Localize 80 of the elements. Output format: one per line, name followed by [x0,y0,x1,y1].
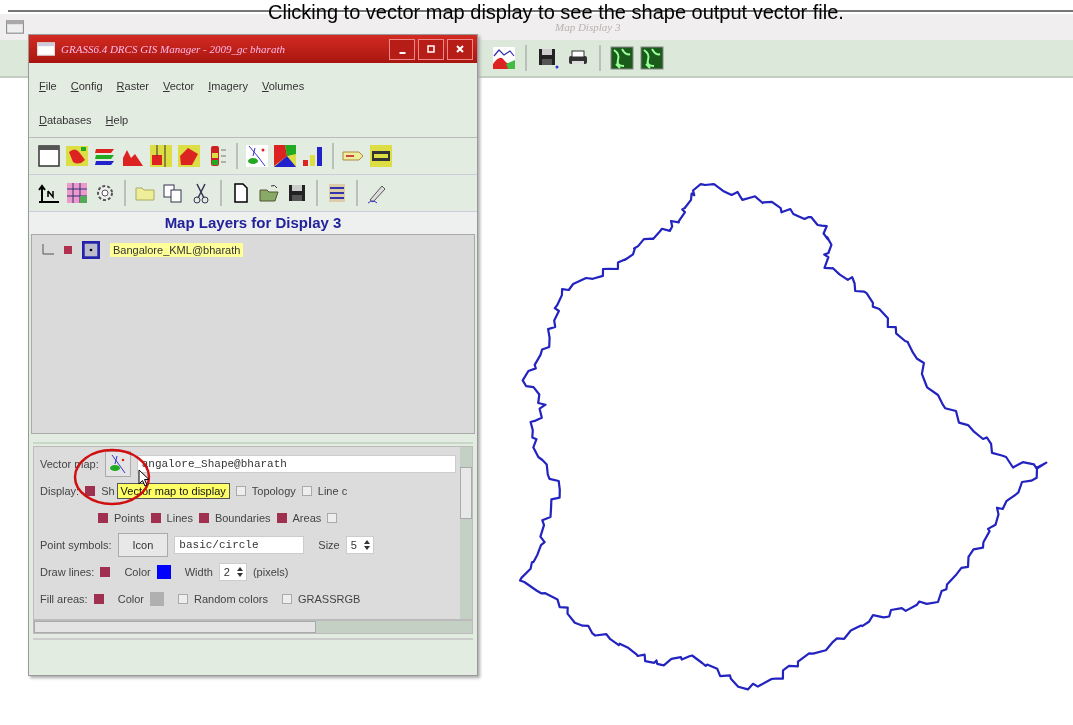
point-symbols-label: Point symbols: [40,538,112,551]
vector-map-button[interactable] [104,450,131,477]
save-icon[interactable] [536,46,560,70]
window-title: GRASS6.4 DRCS GIS Manager - 2009_gc bharath [61,43,286,55]
horizontal-scrollbar[interactable] [33,620,473,634]
size-label: Size [318,538,340,551]
map-icon[interactable] [640,46,664,70]
menu-item[interactable]: Help [105,103,129,137]
checkbox-label: Points [114,511,145,524]
menu-item[interactable]: Raster [116,69,149,103]
menu-item[interactable]: Databases [39,103,92,137]
width-label: Width [184,565,213,578]
raster-icon[interactable] [65,144,89,168]
spin-arrows-icon[interactable] [362,538,371,551]
symbol-field[interactable]: basic/circle [174,535,305,554]
menu-item[interactable]: Vector [163,69,195,103]
minimize-button[interactable] [389,38,415,60]
grid2-icon[interactable] [65,181,89,205]
checkbox-label: Topology [251,484,296,497]
minimize-icon [398,52,406,54]
checkbox-label: Areas [292,511,322,524]
profile-chart-icon[interactable] [492,46,516,70]
checkbox[interactable] [281,593,292,604]
tree-branch-icon [42,244,54,256]
window-icon [37,42,55,56]
layer-checkbox[interactable] [64,246,72,254]
checkbox-label: Line c [317,484,348,497]
color-swatch[interactable] [156,564,171,579]
vector-map-icon [107,453,128,474]
menu-item[interactable]: Config [70,69,103,103]
checkbox[interactable] [93,593,104,604]
menu-item[interactable]: Volumes [261,69,305,103]
menu-item[interactable]: Imagery [208,69,248,103]
checkbox-label: Sh [101,484,115,497]
spin-arrows-icon[interactable] [235,565,244,578]
checkbox-label: Boundaries [214,511,271,524]
checkbox-label: GRASSRGB [297,592,361,605]
color-label: Color [117,592,144,605]
checkbox[interactable] [85,485,96,496]
display-icon[interactable] [37,144,61,168]
voronoi-icon[interactable] [273,144,297,168]
bars-icon[interactable] [301,144,325,168]
checkbox-label: Lines [166,511,193,524]
draw-lines-label: Draw lines: [40,565,95,578]
checkbox[interactable] [100,566,111,577]
width-spinbox[interactable]: 2 [218,562,247,581]
color-label: Color [124,565,151,578]
maximize-button[interactable] [418,38,444,60]
text-icon[interactable] [369,144,393,168]
window-title: Map Display 3 [555,21,621,33]
vertical-scrollbar[interactable] [460,447,472,619]
checkbox[interactable] [301,485,312,496]
checkbox-label: Random colors [194,592,268,605]
checkbox[interactable] [178,593,188,604]
window-icon [6,20,24,34]
vector-icon[interactable] [245,144,269,168]
maximize-icon [426,44,436,54]
map-icon[interactable] [610,46,634,70]
menu-item[interactable]: File [39,69,57,103]
grid-icon[interactable] [149,144,173,168]
caption-text: Clicking to vector map display to see the shape output vector file. [268,0,844,24]
vector-layer-icon [82,241,100,259]
fill-areas-label: Fill areas: [40,592,88,605]
unit-label: (pixels) [252,565,289,578]
checkbox[interactable] [276,512,287,523]
checkbox[interactable] [198,512,209,523]
size-spinbox[interactable]: 5 [345,535,374,554]
checkbox[interactable] [327,512,338,523]
display-label: Display: [40,484,80,497]
color-swatch[interactable] [150,591,164,606]
close-button[interactable] [447,38,473,60]
icon-button[interactable]: Icon [117,532,169,557]
reclass-icon[interactable] [177,144,201,168]
checkbox[interactable] [98,512,108,523]
checkbox[interactable] [235,485,246,496]
panel-title: Map Layers for Display 3 [29,212,477,234]
mouse-cursor-icon [138,469,150,487]
close-icon [455,44,465,54]
checkbox[interactable] [150,512,161,523]
layer-name[interactable]: Bangalore_KML@bharath [110,243,244,257]
